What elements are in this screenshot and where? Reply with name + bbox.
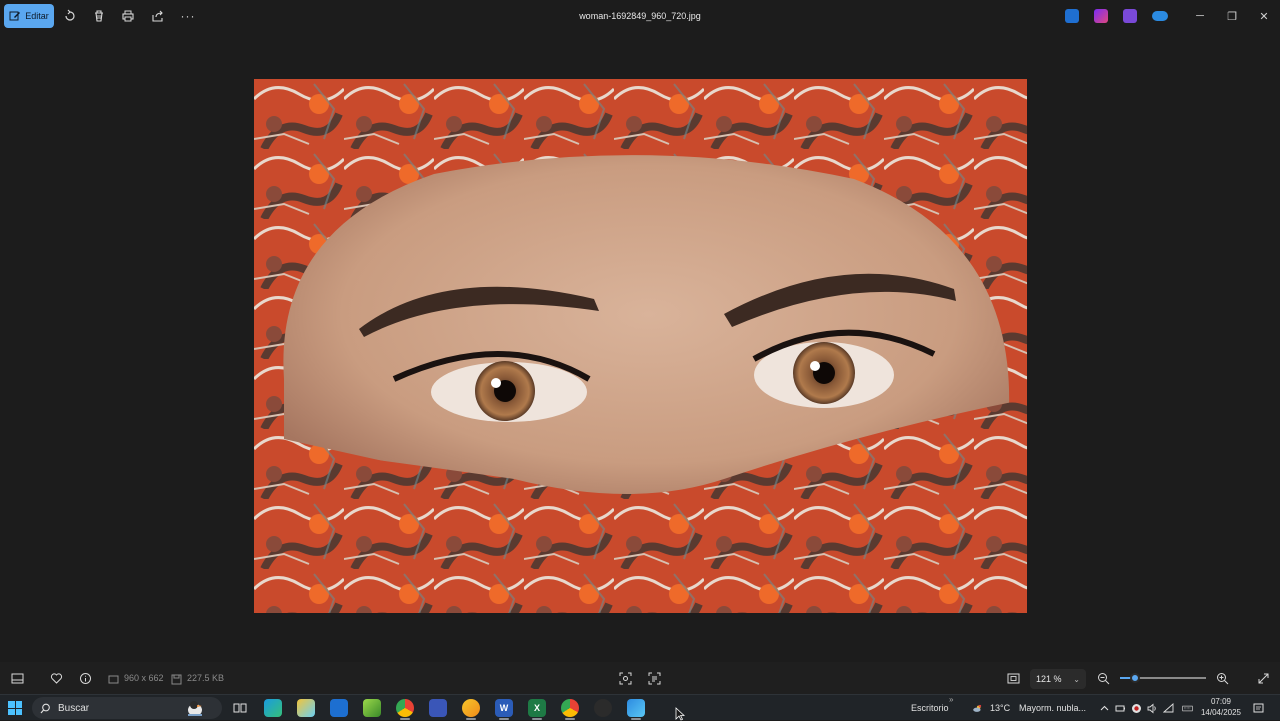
taskbar-clock[interactable]: 07:09 14/04/2025 bbox=[1198, 696, 1244, 718]
fullscreen-icon[interactable] bbox=[1256, 671, 1270, 685]
rotate-icon[interactable] bbox=[62, 8, 78, 24]
file-size: 227.5 KB bbox=[187, 673, 225, 683]
task-view-icon[interactable] bbox=[231, 699, 249, 717]
close-icon: ✕ bbox=[1259, 10, 1269, 23]
dimensions-icon bbox=[106, 672, 120, 686]
close-button[interactable]: ✕ bbox=[1252, 6, 1276, 26]
edit-button-label: Editar bbox=[25, 11, 49, 21]
weather-description: Mayorm. nubla... bbox=[1019, 703, 1087, 713]
zoom-slider[interactable] bbox=[1120, 673, 1206, 683]
paint-icon[interactable] bbox=[297, 699, 315, 717]
zoom-slider-thumb[interactable] bbox=[1130, 673, 1141, 683]
delete-icon[interactable] bbox=[91, 8, 107, 24]
filmstrip-icon[interactable] bbox=[10, 671, 24, 685]
favorite-icon[interactable] bbox=[49, 671, 63, 685]
start-button[interactable] bbox=[8, 701, 22, 715]
chevron-down-icon: ⌄ bbox=[1073, 674, 1080, 684]
clock-date: 14/04/2025 bbox=[1200, 708, 1242, 717]
photos-icon[interactable] bbox=[627, 699, 645, 720]
windows-taskbar: Buscar W X Escritorio » 13°C Mayorm. nubl… bbox=[0, 694, 1280, 720]
edge-icon[interactable] bbox=[264, 699, 282, 717]
edit-icon bbox=[9, 11, 21, 21]
bottom-status-bar: 960 x 662 227.5 KB 121 % ⌄ bbox=[0, 662, 1280, 694]
word-icon[interactable]: W bbox=[495, 699, 513, 720]
desktop-label[interactable]: Escritorio bbox=[911, 703, 949, 713]
zoom-dropdown[interactable]: 121 % ⌄ bbox=[1030, 669, 1086, 689]
mouse-cursor-icon bbox=[675, 707, 685, 721]
notifications-icon[interactable] bbox=[1252, 702, 1264, 714]
photo-edit-app-icon[interactable] bbox=[1065, 9, 1079, 23]
maximize-icon: ❐ bbox=[1227, 10, 1237, 23]
monitor-app-icon[interactable] bbox=[429, 699, 447, 717]
scan-text-icon[interactable] bbox=[647, 671, 661, 685]
minimize-button[interactable]: ─ bbox=[1188, 6, 1212, 26]
minimize-icon: ─ bbox=[1196, 10, 1204, 22]
weather-temperature: 13°C bbox=[990, 703, 1011, 713]
zoom-in-icon[interactable] bbox=[1215, 671, 1229, 685]
zoom-value: 121 % bbox=[1036, 674, 1062, 684]
weather-cloudy-icon[interactable] bbox=[968, 702, 986, 714]
woman-eyes-scarf-image bbox=[254, 79, 1027, 613]
windows-logo-icon bbox=[8, 701, 15, 708]
chrome-profile-icon[interactable] bbox=[561, 699, 579, 720]
chevron-up-icon[interactable] bbox=[1098, 702, 1110, 714]
print-icon[interactable] bbox=[120, 8, 136, 24]
onedrive-icon[interactable] bbox=[1152, 11, 1168, 21]
share-icon[interactable] bbox=[150, 8, 166, 24]
info-icon[interactable] bbox=[78, 671, 92, 685]
more-label: ··· bbox=[180, 9, 196, 23]
fit-to-window-icon[interactable] bbox=[1006, 671, 1020, 685]
zoom-out-icon[interactable] bbox=[1096, 671, 1110, 685]
wifi-icon[interactable] bbox=[1162, 702, 1174, 714]
maximize-button[interactable]: ❐ bbox=[1220, 6, 1244, 26]
keyboard-icon[interactable] bbox=[1179, 702, 1195, 714]
top-toolbar: Editar ··· woman-1692849_960_720.jpg ─ ❐… bbox=[0, 0, 1280, 34]
excel-icon[interactable]: X bbox=[528, 699, 546, 720]
teams-icon[interactable] bbox=[1123, 9, 1137, 23]
more-icon[interactable]: ··· bbox=[178, 8, 198, 24]
chrome-icon[interactable] bbox=[396, 699, 414, 720]
bird-highlight-icon bbox=[188, 701, 202, 716]
chevron-double-icon: » bbox=[949, 695, 954, 704]
file-name-title: woman-1692849_960_720.jpg bbox=[579, 11, 701, 21]
photo-viewer-image[interactable] bbox=[254, 79, 1027, 613]
search-icon bbox=[40, 703, 50, 713]
taskbar-search-box[interactable]: Buscar bbox=[32, 697, 222, 719]
excel-label: X bbox=[533, 703, 540, 713]
clipchamp-icon[interactable] bbox=[1094, 9, 1108, 23]
detect-objects-icon[interactable] bbox=[618, 671, 632, 685]
photos-app-window: Editar ··· woman-1692849_960_720.jpg ─ ❐… bbox=[0, 0, 1280, 694]
word-label: W bbox=[499, 703, 509, 713]
search-placeholder: Buscar bbox=[58, 702, 90, 714]
file-size-icon bbox=[169, 672, 183, 686]
notepad-plus-icon[interactable] bbox=[363, 699, 381, 717]
volume-icon[interactable] bbox=[1146, 702, 1158, 714]
edit-button[interactable]: Editar bbox=[4, 4, 54, 28]
obs-tray-icon[interactable] bbox=[1130, 702, 1142, 714]
obs-icon[interactable] bbox=[594, 699, 612, 717]
store-icon[interactable] bbox=[330, 699, 348, 717]
battery-icon[interactable] bbox=[1114, 702, 1126, 714]
image-dimensions: 960 x 662 bbox=[124, 673, 164, 683]
edge-canary-icon[interactable] bbox=[462, 699, 480, 720]
clock-time: 07:09 bbox=[1210, 697, 1232, 706]
